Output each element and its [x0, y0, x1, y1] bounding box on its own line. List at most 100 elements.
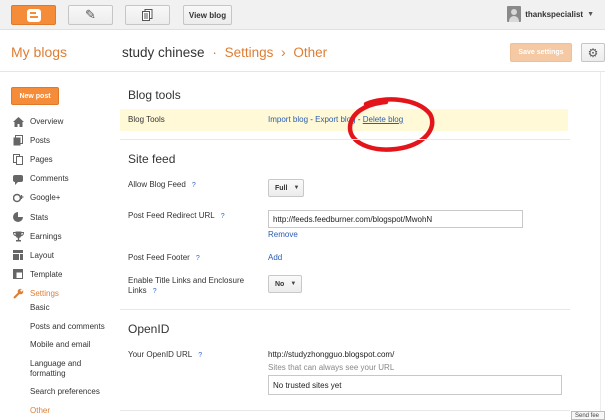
post-feed-redirect-label: Post Feed Redirect URL? [128, 211, 225, 222]
openid-url-label: Your OpenID URL? [128, 350, 202, 361]
sidebar-item-stats[interactable]: Stats [11, 207, 121, 226]
layout-icon [11, 249, 25, 261]
my-blogs-link[interactable]: My blogs [11, 44, 67, 60]
subnav-item-search-preferences[interactable]: Search preferences [30, 387, 115, 397]
blogger-logo-icon [26, 8, 41, 22]
allow-blog-feed-text: Allow Blog Feed [128, 180, 186, 189]
section-title-blog-tools: Blog tools [128, 88, 181, 102]
wrench-icon [11, 287, 25, 299]
sidebar-item-label: Overview [30, 117, 64, 127]
chevron-down-icon: ▼ [587, 10, 594, 18]
blog-tools-label: Blog Tools [128, 115, 165, 124]
sidebar-item-comments[interactable]: Comments [11, 169, 121, 188]
remove-redirect-link[interactable]: Remove [268, 230, 298, 239]
pages-icon [11, 154, 25, 166]
settings-gear-button[interactable]: ⚙ [581, 43, 605, 62]
import-blog-link[interactable]: Import blog [268, 115, 308, 124]
home-icon [11, 116, 25, 128]
breadcrumb-separator: › [281, 45, 286, 60]
section-title-openid: OpenID [128, 322, 170, 336]
breadcrumb-current: Other [293, 45, 328, 60]
sidebar-item-pages[interactable]: Pages [11, 150, 121, 169]
sidebar-item-settings[interactable]: Settings [11, 284, 121, 303]
sidebar-item-label: Pages [30, 155, 53, 165]
chevron-down-icon: ▼ [290, 281, 297, 287]
comments-icon [11, 173, 25, 186]
sidebar-item-label: Google+ [30, 193, 61, 203]
sidebar-item-label: Stats [30, 212, 49, 222]
username: thankspecialist [525, 9, 584, 19]
trusted-sites-hint: Sites that can always see your URL [268, 363, 395, 372]
trophy-icon [11, 230, 25, 242]
sidebar-item-label: Earnings [30, 231, 62, 241]
breadcrumb-separator: · [212, 45, 217, 60]
enclosure-links-text: Enable Title Links and Enclosure Links [128, 276, 245, 295]
sidebar-item-label: Template [30, 269, 63, 279]
help-icon[interactable]: ? [198, 352, 202, 359]
posts-list-button[interactable] [125, 5, 170, 25]
help-icon[interactable]: ? [196, 255, 200, 262]
breadcrumb-settings[interactable]: Settings [225, 45, 274, 60]
sidebar-item-posts[interactable]: Posts [11, 131, 121, 150]
help-icon[interactable]: ? [221, 213, 225, 220]
account-menu[interactable]: thankspecialist ▼ [507, 6, 594, 22]
post-feed-footer-label: Post Feed Footer? [128, 253, 200, 264]
breadcrumb-blog-name: study chinese [122, 45, 205, 60]
posts-icon [142, 9, 153, 21]
sidebar-item-overview[interactable]: Overview [11, 112, 121, 131]
send-feedback-tab[interactable]: Send fee [571, 411, 605, 420]
select-value: No [275, 280, 285, 288]
new-post-button[interactable]: New post [11, 87, 59, 105]
posts-icon [11, 135, 25, 147]
sidebar-item-label: Settings [30, 288, 59, 298]
save-settings-button[interactable]: Save settings [510, 43, 572, 62]
allow-blog-feed-select[interactable]: Full ▼ [268, 179, 304, 197]
red-circle-annotation [347, 97, 435, 152]
template-icon [11, 268, 25, 280]
view-blog-button[interactable]: View blog [183, 5, 232, 25]
subnav-item-mobile-email[interactable]: Mobile and email [30, 340, 115, 350]
top-bar: ✎ View blog thankspecialist ▼ [0, 0, 605, 30]
page-edge-divider [600, 72, 601, 420]
chevron-down-icon: ▼ [293, 185, 300, 191]
section-divider [120, 309, 570, 310]
settings-subnav: Basic Posts and comments Mobile and emai… [30, 303, 115, 420]
select-value: Full [275, 184, 288, 192]
header-divider [0, 71, 605, 72]
sidebar-item-googleplus[interactable]: Google+ [11, 188, 121, 207]
subnav-item-posts-comments[interactable]: Posts and comments [30, 322, 115, 332]
subnav-item-other[interactable]: Other [30, 406, 115, 416]
subnav-item-language-formatting[interactable]: Language and formatting [30, 359, 115, 379]
help-icon[interactable]: ? [192, 182, 196, 189]
breadcrumb: study chinese · Settings › Other [122, 45, 327, 60]
section-divider [120, 139, 570, 140]
sidebar-item-label: Posts [30, 136, 51, 146]
gear-icon: ⚙ [587, 45, 599, 60]
openid-url-value: http://studyzhongguo.blogspot.com/ [268, 350, 395, 359]
openid-url-text: Your OpenID URL [128, 350, 193, 359]
subnav-item-basic[interactable]: Basic [30, 303, 115, 313]
enclosure-links-label: Enable Title Links and Enclosure Links? [128, 276, 258, 297]
enclosure-links-select[interactable]: No ▼ [268, 275, 302, 293]
add-feed-footer-link[interactable]: Add [268, 253, 282, 262]
trusted-sites-box: No trusted sites yet [268, 375, 562, 395]
sidebar-item-label: Layout [30, 250, 55, 260]
sidebar-item-template[interactable]: Template [11, 265, 121, 284]
section-title-site-feed: Site feed [128, 152, 176, 166]
help-icon[interactable]: ? [153, 288, 157, 295]
sidebar-item-earnings[interactable]: Earnings [11, 227, 121, 246]
sidebar-item-layout[interactable]: Layout [11, 246, 121, 265]
new-post-pencil-button[interactable]: ✎ [68, 5, 113, 25]
stats-icon [11, 211, 25, 223]
sidebar-nav: Overview Posts Pages Comments Google+ St… [11, 112, 121, 303]
post-feed-redirect-input[interactable]: http://feeds.feedburner.com/blogspot/Mwo… [268, 210, 523, 228]
googleplus-icon [11, 192, 25, 204]
section-divider [120, 410, 570, 411]
allow-blog-feed-label: Allow Blog Feed? [128, 180, 196, 191]
blogger-home-button[interactable] [11, 5, 56, 25]
post-feed-redirect-text: Post Feed Redirect URL [128, 211, 215, 220]
pencil-icon: ✎ [85, 7, 96, 22]
post-feed-footer-text: Post Feed Footer [128, 253, 190, 262]
avatar [507, 6, 522, 22]
sidebar-item-label: Comments [30, 174, 69, 184]
